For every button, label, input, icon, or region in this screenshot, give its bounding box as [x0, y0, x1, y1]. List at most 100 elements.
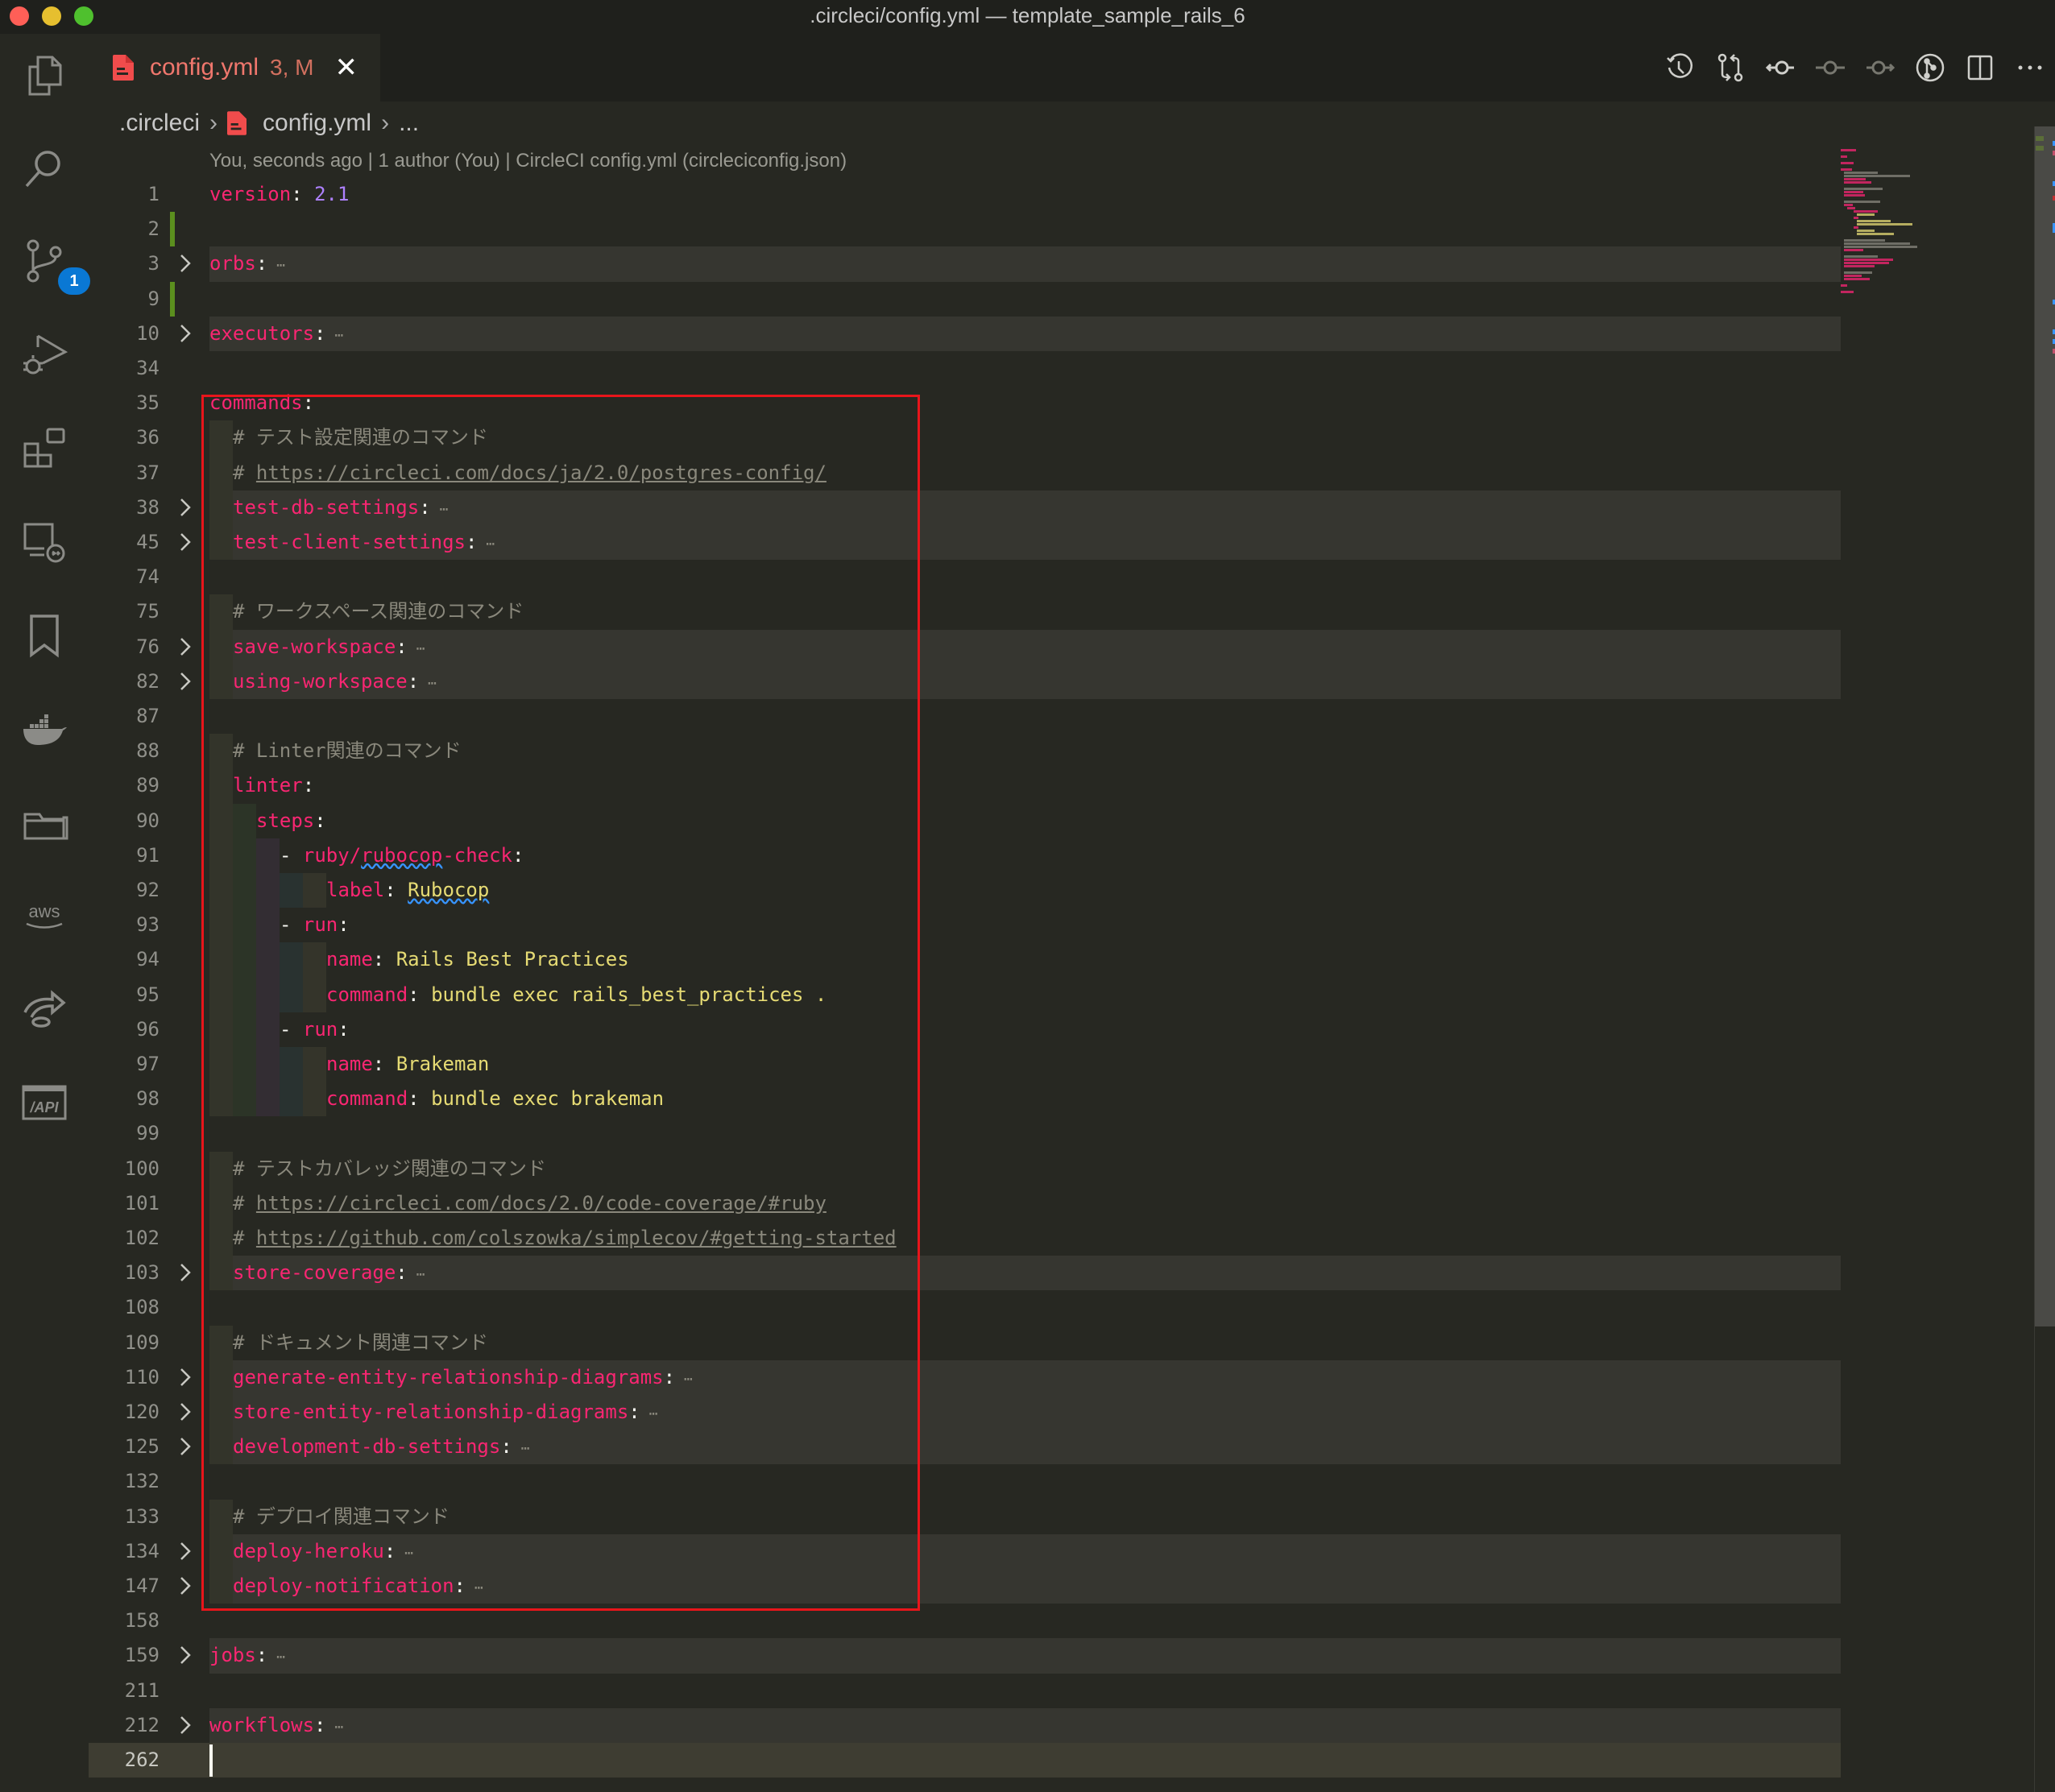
scrollbar-thumb[interactable]: [2035, 126, 2055, 1326]
breadcrumb-folder[interactable]: .circleci: [119, 110, 200, 137]
code-line[interactable]: 36 # テスト設定関連のコマンド: [89, 420, 1841, 456]
chevron-right-icon[interactable]: [177, 1260, 193, 1285]
aws-icon[interactable]: aws: [18, 889, 71, 942]
comment-link[interactable]: https://github.com/colszowka/simplecov/#…: [256, 1227, 897, 1249]
chevron-right-icon[interactable]: [177, 1434, 193, 1459]
folded-ellipsis[interactable]: ⋯: [396, 1545, 413, 1562]
chevron-right-icon[interactable]: [177, 1643, 193, 1667]
close-icon[interactable]: ✕: [335, 54, 358, 81]
code-line[interactable]: 74: [89, 560, 1841, 594]
folded-ellipsis[interactable]: ⋯: [267, 257, 285, 274]
more-actions-icon[interactable]: [2005, 43, 2055, 93]
code-line[interactable]: 88 # Linter関連のコマンド: [89, 734, 1841, 769]
chevron-right-icon[interactable]: [177, 669, 193, 693]
code-line[interactable]: 96 - run:: [89, 1012, 1841, 1047]
code-line[interactable]: 211: [89, 1674, 1841, 1708]
comment-link[interactable]: https://circleci.com/docs/2.0/code-cover…: [256, 1192, 827, 1215]
api-icon[interactable]: /API: [18, 1076, 71, 1129]
yaml-key-warning[interactable]: rubocop: [361, 844, 442, 867]
code-line[interactable]: 101 # https://circleci.com/docs/2.0/code-…: [89, 1186, 1841, 1221]
folders-icon[interactable]: [18, 796, 71, 849]
code-line[interactable]: 35 commands:: [89, 386, 1841, 420]
code-editor[interactable]: 1 version: 2.1 2 3 orbs: ⋯ 9 10 executors: ⋯ 34 3…: [89, 177, 1841, 1792]
folded-ellipsis[interactable]: ⋯: [419, 675, 437, 692]
code-line[interactable]: 92 label: Rubocop: [89, 873, 1841, 908]
folded-ellipsis[interactable]: ⋯: [267, 1649, 285, 1666]
breadcrumb-symbols[interactable]: ...: [399, 110, 419, 137]
code-line[interactable]: 102 # https://github.com/colszowka/simple…: [89, 1221, 1841, 1256]
code-line[interactable]: 125 development-db-settings: ⋯: [89, 1430, 1841, 1465]
folded-ellipsis[interactable]: ⋯: [675, 1371, 693, 1388]
chevron-right-icon[interactable]: [177, 1400, 193, 1424]
code-line[interactable]: 212 workflows: ⋯: [89, 1707, 1841, 1743]
live-share-icon[interactable]: [18, 983, 71, 1036]
source-control-icon[interactable]: 1: [18, 235, 90, 295]
code-line[interactable]: 93 - run:: [89, 908, 1841, 943]
code-line[interactable]: 38 test-db-settings: ⋯: [89, 490, 1841, 525]
code-line[interactable]: 9: [89, 281, 1841, 317]
folded-ellipsis[interactable]: ⋯: [466, 1579, 483, 1596]
chevron-right-icon[interactable]: [177, 530, 193, 554]
chevron-right-icon[interactable]: [177, 1365, 193, 1389]
code-line[interactable]: 3 orbs: ⋯: [89, 246, 1841, 282]
chevron-right-icon[interactable]: [177, 635, 193, 659]
files-icon[interactable]: [18, 48, 71, 101]
folded-ellipsis[interactable]: ⋯: [326, 1719, 343, 1736]
code-line[interactable]: 99: [89, 1116, 1841, 1151]
code-line[interactable]: 98 command: bundle exec brakeman: [89, 1082, 1841, 1117]
code-line[interactable]: 95 command: bundle exec rails_best_practi…: [89, 977, 1841, 1012]
timeline-icon[interactable]: [1655, 43, 1705, 93]
code-line[interactable]: 34: [89, 351, 1841, 386]
tab-config-yml[interactable]: config.yml 3, M ✕: [89, 34, 380, 101]
code-line[interactable]: 108: [89, 1290, 1841, 1325]
remote-explorer-icon[interactable]: [18, 515, 71, 569]
code-line[interactable]: 97 name: Brakeman: [89, 1047, 1841, 1082]
codelens-blame[interactable]: You, seconds ago | 1 author (You) | Circ…: [209, 150, 847, 172]
code-line[interactable]: 120 store-entity-relationship-diagrams: ⋯: [89, 1395, 1841, 1430]
git-added-indicator[interactable]: [170, 212, 175, 247]
code-line[interactable]: 109 # ドキュメント関連コマンド: [89, 1325, 1841, 1360]
code-line[interactable]: 45 test-client-settings: ⋯: [89, 525, 1841, 561]
chevron-right-icon[interactable]: [177, 1539, 193, 1563]
chevron-right-icon[interactable]: [177, 321, 193, 346]
folded-ellipsis[interactable]: ⋯: [477, 536, 495, 552]
folded-ellipsis[interactable]: ⋯: [408, 1266, 425, 1283]
code-line[interactable]: 37 # https://circleci.com/docs/ja/2.0/pos…: [89, 455, 1841, 490]
breadcrumb-file[interactable]: config.yml: [263, 110, 371, 137]
git-added-indicator[interactable]: [170, 281, 175, 317]
code-line[interactable]: 94 name: Rails Best Practices: [89, 942, 1841, 978]
chevron-right-icon[interactable]: [177, 1574, 193, 1598]
commit-icon[interactable]: [1805, 43, 1855, 93]
code-line[interactable]: 10 executors: ⋯: [89, 316, 1841, 351]
code-line[interactable]: 103 store-coverage: ⋯: [89, 1256, 1841, 1291]
chevron-right-icon[interactable]: [177, 495, 193, 519]
code-line[interactable]: 132: [89, 1464, 1841, 1499]
vertical-scrollbar[interactable]: [2034, 126, 2055, 1792]
code-line[interactable]: 100 # テストカバレッジ関連のコマンド: [89, 1151, 1841, 1186]
comment-link[interactable]: https://circleci.com/docs/ja/2.0/postgre…: [256, 461, 827, 484]
chevron-right-icon[interactable]: [177, 251, 193, 275]
code-line[interactable]: 134 deploy-heroku: ⋯: [89, 1533, 1841, 1569]
code-line[interactable]: 2: [89, 212, 1841, 247]
minimap[interactable]: [1841, 133, 2034, 294]
folded-ellipsis[interactable]: ⋯: [431, 501, 448, 518]
code-line[interactable]: 158: [89, 1604, 1841, 1638]
code-line[interactable]: 91 - ruby/rubocop-check:: [89, 838, 1841, 873]
code-line[interactable]: 76 save-workspace: ⋯: [89, 629, 1841, 664]
chevron-right-icon[interactable]: [177, 1713, 193, 1737]
code-line[interactable]: 110 generate-entity-relationship-diagrams…: [89, 1360, 1841, 1395]
previous-change-icon[interactable]: [1755, 43, 1805, 93]
code-line[interactable]: 75 # ワークスペース関連のコマンド: [89, 594, 1841, 630]
code-line[interactable]: 159 jobs: ⋯: [89, 1638, 1841, 1674]
split-editor-icon[interactable]: [1955, 43, 2005, 93]
code-line[interactable]: 1 version: 2.1: [89, 177, 1841, 212]
folded-ellipsis[interactable]: ⋯: [640, 1405, 658, 1422]
gitlens-icon[interactable]: [1905, 43, 1955, 93]
bookmark-icon[interactable]: [18, 609, 71, 662]
code-line[interactable]: 133 # デプロイ関連コマンド: [89, 1499, 1841, 1534]
run-debug-icon[interactable]: [18, 329, 71, 382]
next-change-icon[interactable]: [1855, 43, 1905, 93]
folded-ellipsis[interactable]: ⋯: [326, 327, 343, 344]
search-icon[interactable]: [18, 142, 71, 195]
folded-ellipsis[interactable]: ⋯: [408, 640, 425, 657]
